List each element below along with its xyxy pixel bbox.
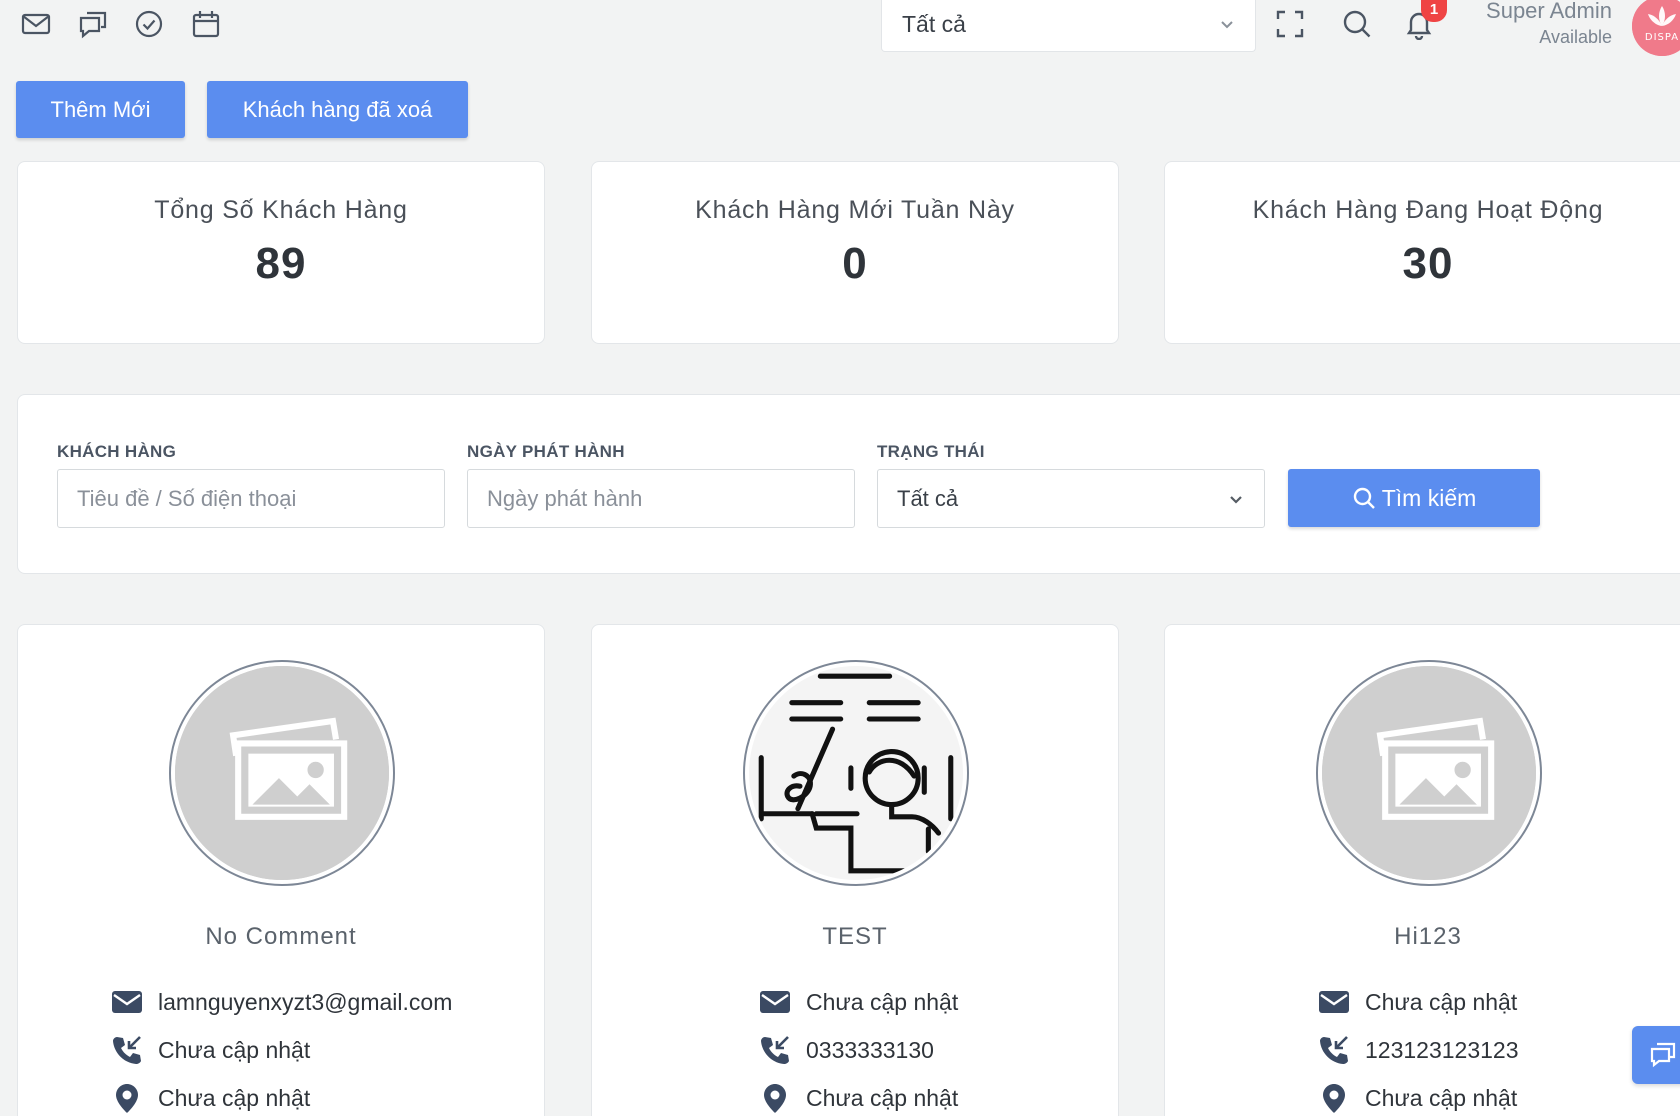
- image-placeholder-icon: [1322, 666, 1536, 880]
- stat-value: 0: [842, 239, 868, 288]
- stat-title: Tổng Số Khách Hàng: [154, 196, 408, 224]
- customer-phone: 123123123123: [1365, 1036, 1519, 1063]
- header-filter-select[interactable]: Tất cả: [881, 0, 1256, 52]
- customer-email: Chưa cập nhật: [806, 988, 959, 1015]
- status-filter-label: TRẠNG THÁI: [877, 442, 985, 461]
- location-pin-icon: [1317, 1081, 1351, 1115]
- add-new-button[interactable]: Thêm Mới: [16, 81, 185, 138]
- customer-avatar: [743, 660, 969, 886]
- customer-search-input[interactable]: [57, 469, 445, 528]
- customer-card[interactable]: TEST Chưa cập nhật 0333333130 Chưa cập n…: [591, 624, 1119, 1116]
- customer-phone-row: Chưa cập nhật: [110, 1032, 310, 1068]
- customer-phone-row: 0333333130: [758, 1032, 934, 1068]
- stat-value: 89: [255, 239, 307, 288]
- chevron-down-icon: [1217, 14, 1237, 34]
- top-bar: Tất cả 1 Super Admin Available DISPA: [0, 0, 1680, 60]
- customer-card[interactable]: Hi123 Chưa cập nhật 123123123123 Chưa cậ…: [1164, 624, 1680, 1116]
- customer-filter-label: KHÁCH HÀNG: [57, 442, 177, 461]
- mail-icon[interactable]: [20, 8, 52, 40]
- customer-phone: Chưa cập nhật: [158, 1036, 311, 1063]
- customer-phone-row: 123123123123: [1317, 1032, 1519, 1068]
- customer-name: TEST: [822, 923, 888, 950]
- user-name[interactable]: Super Admin: [1486, 0, 1612, 24]
- stat-card-active: Khách Hàng Đang Hoạt Động 30: [1164, 161, 1680, 344]
- customer-avatar: [1316, 660, 1542, 886]
- customer-address: Chưa cập nhật: [1365, 1084, 1518, 1111]
- filter-panel: KHÁCH HÀNG NGÀY PHÁT HÀNH TRẠNG THÁI Tất…: [17, 394, 1680, 574]
- stat-title: Khách Hàng Đang Hoạt Động: [1252, 196, 1604, 224]
- customer-email-row: Chưa cập nhật: [758, 984, 958, 1020]
- customer-avatar: [169, 660, 395, 886]
- stat-card-total: Tổng Số Khách Hàng 89: [17, 161, 545, 344]
- incoming-call-icon: [1317, 1033, 1351, 1067]
- customer-email: lamnguyenxyzt3@gmail.com: [158, 988, 453, 1015]
- customer-address-row: Chưa cập nhật: [1317, 1080, 1517, 1116]
- chat-icon: [1650, 1042, 1676, 1068]
- fullscreen-icon[interactable]: [1274, 8, 1306, 40]
- user-status: Available: [1539, 27, 1612, 47]
- notification-badge: 1: [1421, 0, 1447, 22]
- customer-address-row: Chưa cập nhật: [758, 1080, 958, 1116]
- status-select[interactable]: Tất cả: [877, 469, 1265, 528]
- deleted-customers-button[interactable]: Khách hàng đã xoá: [207, 81, 468, 138]
- stat-title: Khách Hàng Mới Tuần Này: [695, 196, 1015, 224]
- chat-fab-button[interactable]: [1632, 1026, 1680, 1084]
- customer-email: Chưa cập nhật: [1365, 988, 1518, 1015]
- check-circle-icon[interactable]: [133, 8, 165, 40]
- customer-address: Chưa cập nhật: [158, 1084, 311, 1111]
- calendar-icon[interactable]: [190, 8, 222, 40]
- customer-email-row: Chưa cập nhật: [1317, 984, 1517, 1020]
- customer-name: Hi123: [1394, 923, 1462, 950]
- header-filter-value: Tất cả: [902, 11, 966, 37]
- customer-email-row: lamnguyenxyzt3@gmail.com: [110, 984, 452, 1020]
- person-line-drawing: [758, 673, 954, 874]
- location-pin-icon: [758, 1081, 792, 1115]
- search-icon: [1352, 486, 1376, 510]
- chat-icon[interactable]: [77, 8, 109, 40]
- customer-address-row: Chưa cập nhật: [110, 1080, 310, 1116]
- customer-card[interactable]: No Comment lamnguyenxyzt3@gmail.com Chưa…: [17, 624, 545, 1116]
- stat-card-new-this-week: Khách Hàng Mới Tuần Này 0: [591, 161, 1119, 344]
- location-pin-icon: [110, 1081, 144, 1115]
- date-filter-label: NGÀY PHÁT HÀNH: [467, 442, 625, 461]
- envelope-icon: [1317, 985, 1351, 1019]
- search-icon[interactable]: [1341, 8, 1373, 40]
- status-select-value: Tất cả: [897, 486, 959, 511]
- envelope-icon: [758, 985, 792, 1019]
- search-button-label: Tìm kiếm: [1381, 485, 1477, 511]
- release-date-input[interactable]: [467, 469, 855, 528]
- customer-address: Chưa cập nhật: [806, 1084, 959, 1111]
- search-button[interactable]: Tìm kiếm: [1288, 469, 1540, 527]
- incoming-call-icon: [758, 1033, 792, 1067]
- svg-text:DISPA: DISPA: [1645, 32, 1679, 43]
- brand-logo-avatar[interactable]: DISPA: [1632, 0, 1680, 56]
- customer-name: No Comment: [205, 923, 357, 950]
- image-placeholder-icon: [175, 666, 389, 880]
- envelope-icon: [110, 985, 144, 1019]
- chevron-down-icon: [1226, 489, 1246, 509]
- stat-value: 30: [1402, 239, 1454, 288]
- incoming-call-icon: [110, 1033, 144, 1067]
- customer-phone: 0333333130: [806, 1036, 934, 1063]
